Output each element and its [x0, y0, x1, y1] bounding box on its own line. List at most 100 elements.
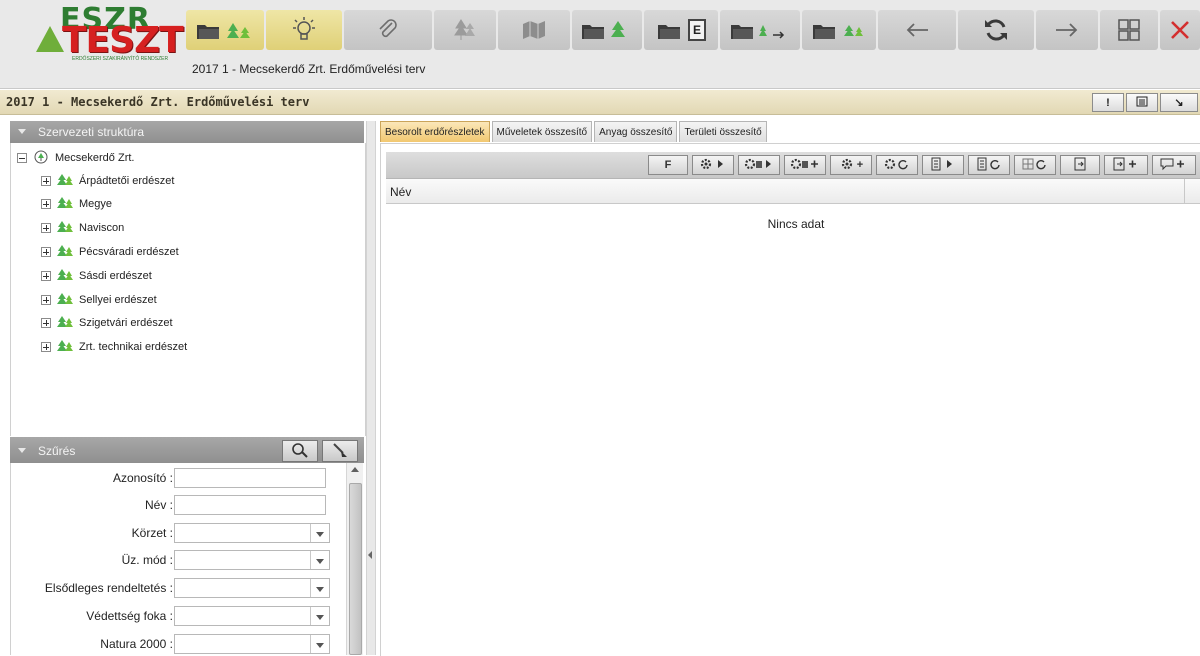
expand-toggle[interactable] — [41, 271, 51, 281]
back-button[interactable] — [878, 10, 956, 50]
layout-grid-icon — [1117, 18, 1141, 42]
chevron-down-icon[interactable] — [18, 129, 26, 134]
column-separator[interactable] — [1184, 179, 1185, 203]
f-button[interactable]: F — [648, 155, 688, 175]
chevron-down-icon[interactable] — [18, 448, 26, 453]
material-run-button[interactable] — [738, 155, 780, 175]
tree-node-child[interactable]: Naviscon — [41, 219, 124, 237]
nev-input[interactable] — [174, 495, 326, 515]
folder-export-button[interactable] — [720, 10, 800, 50]
collapse-button[interactable]: ↘ — [1160, 93, 1198, 112]
close-button[interactable] — [1160, 10, 1200, 50]
tree-node-child[interactable]: Árpádtetői erdészet — [41, 172, 174, 190]
broom-icon — [331, 442, 349, 461]
tree-node-child[interactable]: Sásdi erdészet — [41, 267, 152, 285]
uzmod-select[interactable] — [174, 550, 330, 570]
folder-trees-button[interactable] — [186, 10, 264, 50]
tab-besorolt-erdoreszletek[interactable]: Besorolt erdőrészletek — [380, 121, 490, 142]
chevron-down-icon[interactable] — [310, 579, 329, 597]
expand-toggle[interactable] — [41, 342, 51, 352]
forest-unit-icon — [57, 339, 73, 356]
rendeltetes-select[interactable] — [174, 578, 330, 598]
clear-filter-button[interactable] — [322, 440, 358, 462]
panel-splitter[interactable] — [366, 121, 376, 655]
tree-node-child[interactable]: Megye — [41, 195, 112, 213]
refresh-icon — [982, 16, 1010, 44]
grid-refresh-button[interactable] — [1014, 155, 1056, 175]
expand-toggle[interactable] — [41, 318, 51, 328]
search-icon — [291, 442, 309, 461]
tree-node-child[interactable]: Pécsváradi erdészet — [41, 243, 179, 261]
filter-panel-header[interactable]: Szűrés — [10, 437, 364, 463]
back-arrow-icon — [904, 22, 930, 38]
forest-button[interactable] — [434, 10, 496, 50]
refresh-button[interactable] — [958, 10, 1034, 50]
idea-button[interactable] — [266, 10, 342, 50]
filter-row-uzmod: Üz. mód : — [11, 549, 346, 571]
forest-unit-icon — [57, 220, 73, 237]
import-button[interactable] — [1060, 155, 1100, 175]
search-button[interactable] — [282, 440, 318, 462]
tab-teruleti-osszesito[interactable]: Területi összesítő — [679, 121, 767, 142]
column-header-nev[interactable]: Név — [390, 185, 411, 199]
import-add-button[interactable] — [1104, 155, 1148, 175]
filter-row-azonosito: Azonosító : — [11, 467, 346, 489]
list-icon — [1136, 96, 1148, 110]
folder-trees-small-button[interactable] — [802, 10, 876, 50]
layout-button[interactable] — [1100, 10, 1158, 50]
forward-button[interactable] — [1036, 10, 1098, 50]
tree-node-child[interactable]: Zrt. technikai erdészet — [41, 338, 187, 356]
gear-play-icon — [698, 157, 728, 174]
teszt-logo: ESZR TESZT ERDŐSZERI SZAKIRÁNYÍTÓ RENDSZ… — [28, 2, 184, 64]
alert-button[interactable]: ! — [1092, 93, 1124, 112]
grid-column-header: Név — [386, 179, 1200, 204]
folder-forest-button[interactable] — [572, 10, 642, 50]
forward-arrow-icon — [1054, 22, 1080, 38]
filter-scrollbar[interactable] — [346, 463, 363, 655]
page-title: 2017 1 - Mecsekerdő Zrt. Erdőművelési te… — [6, 95, 310, 109]
material-add-button[interactable] — [784, 155, 826, 175]
folder-e-button[interactable]: E — [644, 10, 718, 50]
korzet-select[interactable] — [174, 523, 330, 543]
operation-refresh-button[interactable] — [876, 155, 918, 175]
tab-anyag-osszesito[interactable]: Anyag összesítő — [594, 121, 678, 142]
filter-panel-title: Szűrés — [38, 444, 76, 458]
chevron-down-icon[interactable] — [310, 635, 329, 653]
folder-trees-icon — [195, 19, 255, 41]
filter-row-rendeltetes: Elsődleges rendeltetés : — [11, 577, 346, 599]
tree-node-root[interactable]: Mecsekerdő Zrt. — [17, 149, 134, 167]
structure-panel-header[interactable]: Szervezeti struktúra — [10, 121, 364, 143]
expand-toggle[interactable] — [41, 176, 51, 186]
expand-toggle[interactable] — [41, 295, 51, 305]
chevron-down-icon[interactable] — [310, 551, 329, 569]
tab-muveletek-osszesito[interactable]: Műveletek összesítő — [491, 121, 593, 142]
comment-add-button[interactable] — [1152, 155, 1196, 175]
chevron-down-icon[interactable] — [310, 607, 329, 625]
scroll-up-icon[interactable] — [351, 467, 359, 472]
azonosito-input[interactable] — [174, 468, 326, 488]
filter-form: Azonosító : Név : Körzet : Üz. mód : Els… — [10, 463, 365, 655]
plus-label: + — [856, 159, 864, 171]
natura-select[interactable] — [174, 634, 330, 654]
map-button[interactable] — [498, 10, 570, 50]
scroll-thumb[interactable] — [349, 483, 362, 655]
attachment-button[interactable] — [344, 10, 432, 50]
expand-toggle[interactable] — [41, 247, 51, 257]
operation-add-button[interactable]: + — [830, 155, 872, 175]
tree-node-label: Megye — [79, 198, 113, 210]
gear-icon — [839, 157, 855, 174]
vedettseg-select[interactable] — [174, 606, 330, 626]
expand-toggle[interactable] — [41, 223, 51, 233]
expand-toggle[interactable] — [41, 199, 51, 209]
tree-node-child[interactable]: Sellyei erdészet — [41, 291, 157, 309]
document-refresh-button[interactable] — [968, 155, 1010, 175]
chevron-down-icon[interactable] — [310, 524, 329, 542]
collapse-left-icon[interactable] — [368, 551, 372, 559]
operation-run-button[interactable] — [692, 155, 734, 175]
filter-row-korzet: Körzet : — [11, 522, 346, 544]
details-button[interactable] — [1126, 93, 1158, 112]
document-run-button[interactable] — [922, 155, 964, 175]
gear-refresh-icon — [882, 157, 912, 174]
collapse-toggle[interactable] — [17, 153, 27, 163]
tree-node-child[interactable]: Szigetvári erdészet — [41, 314, 173, 332]
